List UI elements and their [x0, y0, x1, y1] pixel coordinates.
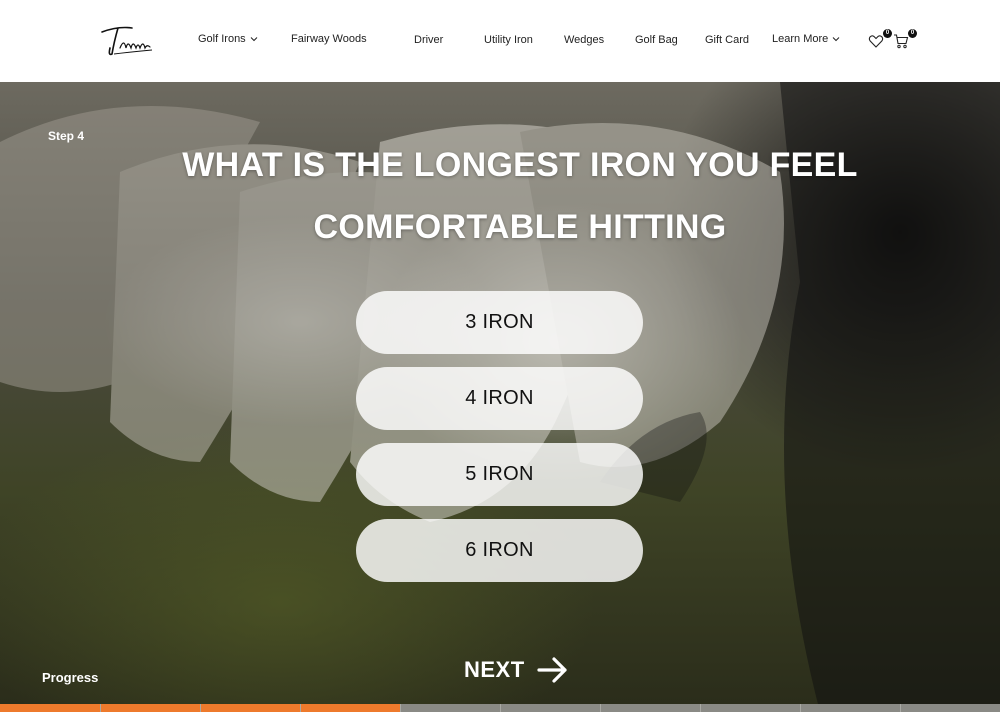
- nav-label: Fairway Woods: [291, 33, 367, 45]
- chevron-down-icon: [832, 37, 840, 42]
- site-header: Golf Irons Fairway Woods Driver Utility …: [0, 0, 1000, 82]
- progress-label: Progress: [42, 670, 99, 685]
- nav-driver[interactable]: Driver: [414, 34, 443, 46]
- nav-gift-card[interactable]: Gift Card: [705, 34, 749, 46]
- nav-label: Golf Bag: [635, 34, 678, 46]
- next-label: NEXT: [464, 657, 525, 682]
- option-4-iron[interactable]: 4 IRON: [356, 367, 643, 430]
- cart-count-badge: 0: [908, 29, 917, 38]
- arrow-right-icon: [537, 657, 567, 683]
- progress-segment-divider: [800, 704, 801, 712]
- nav-label: Utility Iron: [484, 34, 533, 46]
- wishlist-count-badge: 0: [883, 29, 892, 38]
- progress-segment-divider: [500, 704, 501, 712]
- quiz-question: WHAT IS THE LONGEST IRON YOU FEEL COMFOR…: [182, 146, 858, 246]
- option-3-iron[interactable]: 3 IRON: [356, 291, 643, 354]
- quiz-hero: Step 4 WHAT IS THE LONGEST IRON YOU FEEL…: [0, 82, 1000, 712]
- nav-fairway-woods[interactable]: Fairway Woods: [291, 33, 367, 45]
- wishlist-button[interactable]: 0: [868, 29, 892, 51]
- nav-golf-bag[interactable]: Golf Bag: [635, 34, 678, 46]
- nav-label: Learn More: [772, 33, 829, 45]
- progress-segment-divider: [400, 704, 401, 712]
- progress-segment-divider: [700, 704, 701, 712]
- progress-segment-divider: [100, 704, 101, 712]
- progress-segment-divider: [200, 704, 201, 712]
- option-5-iron[interactable]: 5 IRON: [356, 443, 643, 506]
- next-button[interactable]: NEXT: [464, 652, 569, 688]
- nav-label: Gift Card: [705, 34, 750, 46]
- step-indicator: Step 4: [48, 129, 85, 143]
- chevron-down-icon: [250, 37, 258, 42]
- nav-golf-irons[interactable]: Golf Irons: [198, 33, 258, 45]
- cart-button[interactable]: 0: [893, 29, 917, 51]
- nav-label: Driver: [414, 34, 444, 46]
- progress-segment-divider: [900, 704, 901, 712]
- nav-learn-more[interactable]: Learn More: [772, 33, 840, 45]
- nav-label: Golf Irons: [198, 33, 246, 45]
- progress-segment-divider: [600, 704, 601, 712]
- heart-icon: [868, 35, 884, 48]
- nav-utility-iron[interactable]: Utility Iron: [484, 34, 533, 46]
- cart-icon: [894, 34, 909, 49]
- nav-label: Wedges: [564, 34, 605, 46]
- nav-wedges[interactable]: Wedges: [564, 34, 604, 46]
- progress-segment-divider: [300, 704, 301, 712]
- option-6-iron[interactable]: 6 IRON: [356, 519, 643, 582]
- progress-bar: [0, 704, 1000, 712]
- takoma-logo[interactable]: [98, 18, 156, 60]
